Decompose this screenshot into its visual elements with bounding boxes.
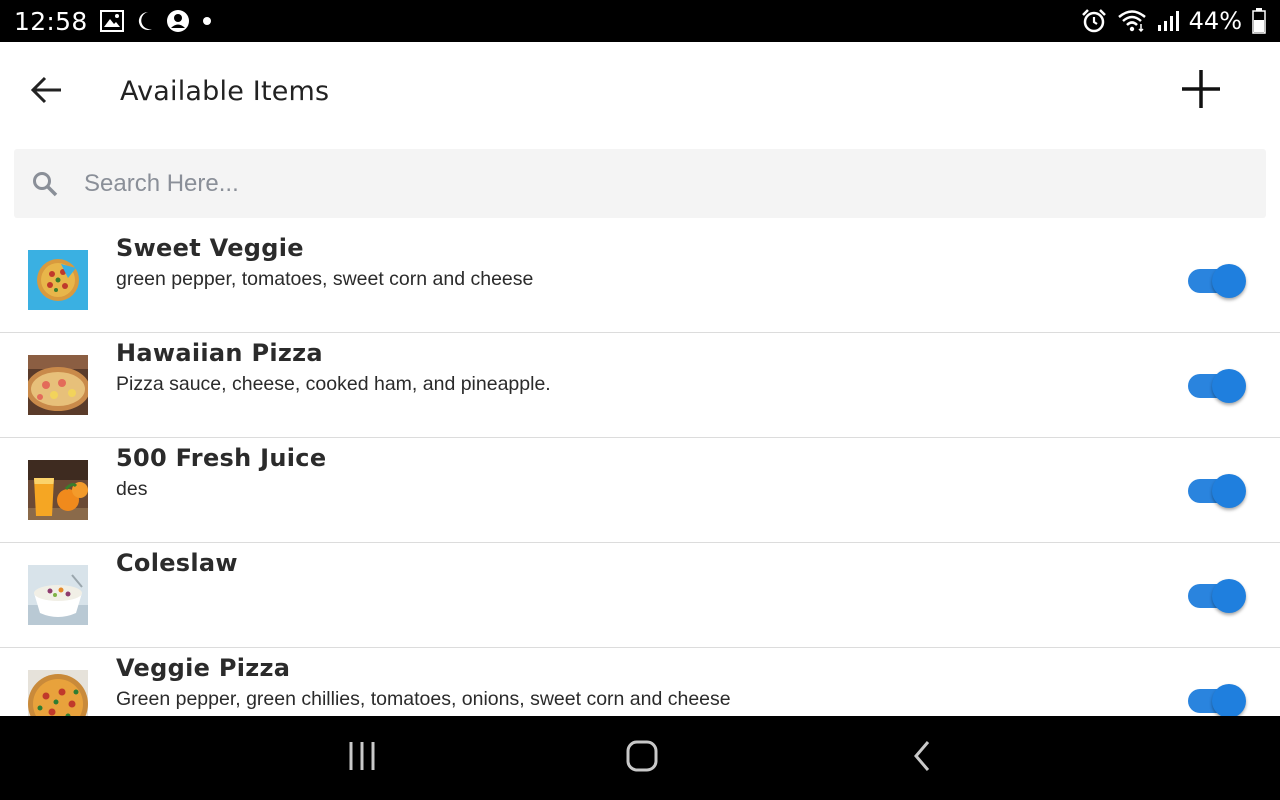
recent-apps-button[interactable]: [340, 738, 384, 778]
item-name: 500 Fresh Juice: [116, 444, 327, 472]
item-name: Hawaiian Pizza: [116, 339, 323, 367]
hawaiian-pizza-image: [28, 355, 88, 415]
availability-toggle[interactable]: [1188, 579, 1246, 613]
item-name: Coleslaw: [116, 549, 238, 577]
item-name: Veggie Pizza: [116, 654, 291, 682]
toggle-knob: [1212, 579, 1246, 613]
item-description: Green pepper, green chillies, tomatoes, …: [116, 688, 731, 710]
recent-apps-icon: [346, 740, 378, 777]
plus-icon: [1180, 68, 1222, 115]
wifi-icon: [1117, 9, 1147, 33]
status-bar: 12:58 44%: [0, 0, 1280, 42]
item-description: Pizza sauce, cheese, cooked ham, and pin…: [116, 373, 551, 395]
home-icon: [625, 739, 659, 778]
battery-percentage: 44%: [1188, 7, 1242, 35]
system-nav-bar: [0, 716, 1280, 800]
item-description: des: [116, 478, 148, 500]
list-item[interactable]: Veggie Pizza Green pepper, green chillie…: [0, 648, 1280, 716]
item-list: Sweet Veggie green pepper, tomatoes, swe…: [0, 228, 1280, 716]
arrow-left-icon: [29, 75, 63, 110]
list-item[interactable]: Sweet Veggie green pepper, tomatoes, swe…: [0, 228, 1280, 333]
image-icon: [99, 10, 124, 32]
availability-toggle[interactable]: [1188, 684, 1246, 716]
availability-toggle[interactable]: [1188, 474, 1246, 508]
search-icon: [32, 171, 58, 197]
alarm-icon: [1081, 9, 1107, 33]
toggle-knob: [1212, 684, 1246, 716]
veggie-pizza-image: [28, 670, 88, 716]
account-icon: [166, 9, 190, 33]
search-bar[interactable]: [14, 149, 1266, 218]
back-button[interactable]: [24, 72, 68, 112]
page-title: Available Items: [120, 76, 330, 107]
coleslaw-bowl-image: [28, 565, 88, 625]
list-item[interactable]: Coleslaw: [0, 543, 1280, 648]
list-item[interactable]: 500 Fresh Juice des: [0, 438, 1280, 543]
add-item-button[interactable]: [1176, 66, 1226, 116]
app-bar: Available Items: [0, 42, 1280, 142]
item-name: Sweet Veggie: [116, 234, 304, 262]
back-chevron-icon: [910, 739, 934, 778]
pizza-top-view-image: [28, 250, 88, 310]
status-time: 12:58: [14, 6, 88, 36]
toggle-knob: [1212, 264, 1246, 298]
availability-toggle[interactable]: [1188, 369, 1246, 403]
list-item[interactable]: Hawaiian Pizza Pizza sauce, cheese, cook…: [0, 333, 1280, 438]
toggle-knob: [1212, 369, 1246, 403]
orange-juice-image: [28, 460, 88, 520]
toggle-knob: [1212, 474, 1246, 508]
signal-icon: [1157, 10, 1179, 32]
nav-back-button[interactable]: [900, 738, 944, 778]
search-input[interactable]: [84, 149, 1244, 218]
do-not-disturb-moon-icon: [136, 10, 154, 32]
battery-icon: [1252, 8, 1266, 34]
availability-toggle[interactable]: [1188, 264, 1246, 298]
item-description: green pepper, tomatoes, sweet corn and c…: [116, 268, 534, 290]
home-button[interactable]: [620, 738, 664, 778]
dot-icon: [202, 16, 212, 26]
